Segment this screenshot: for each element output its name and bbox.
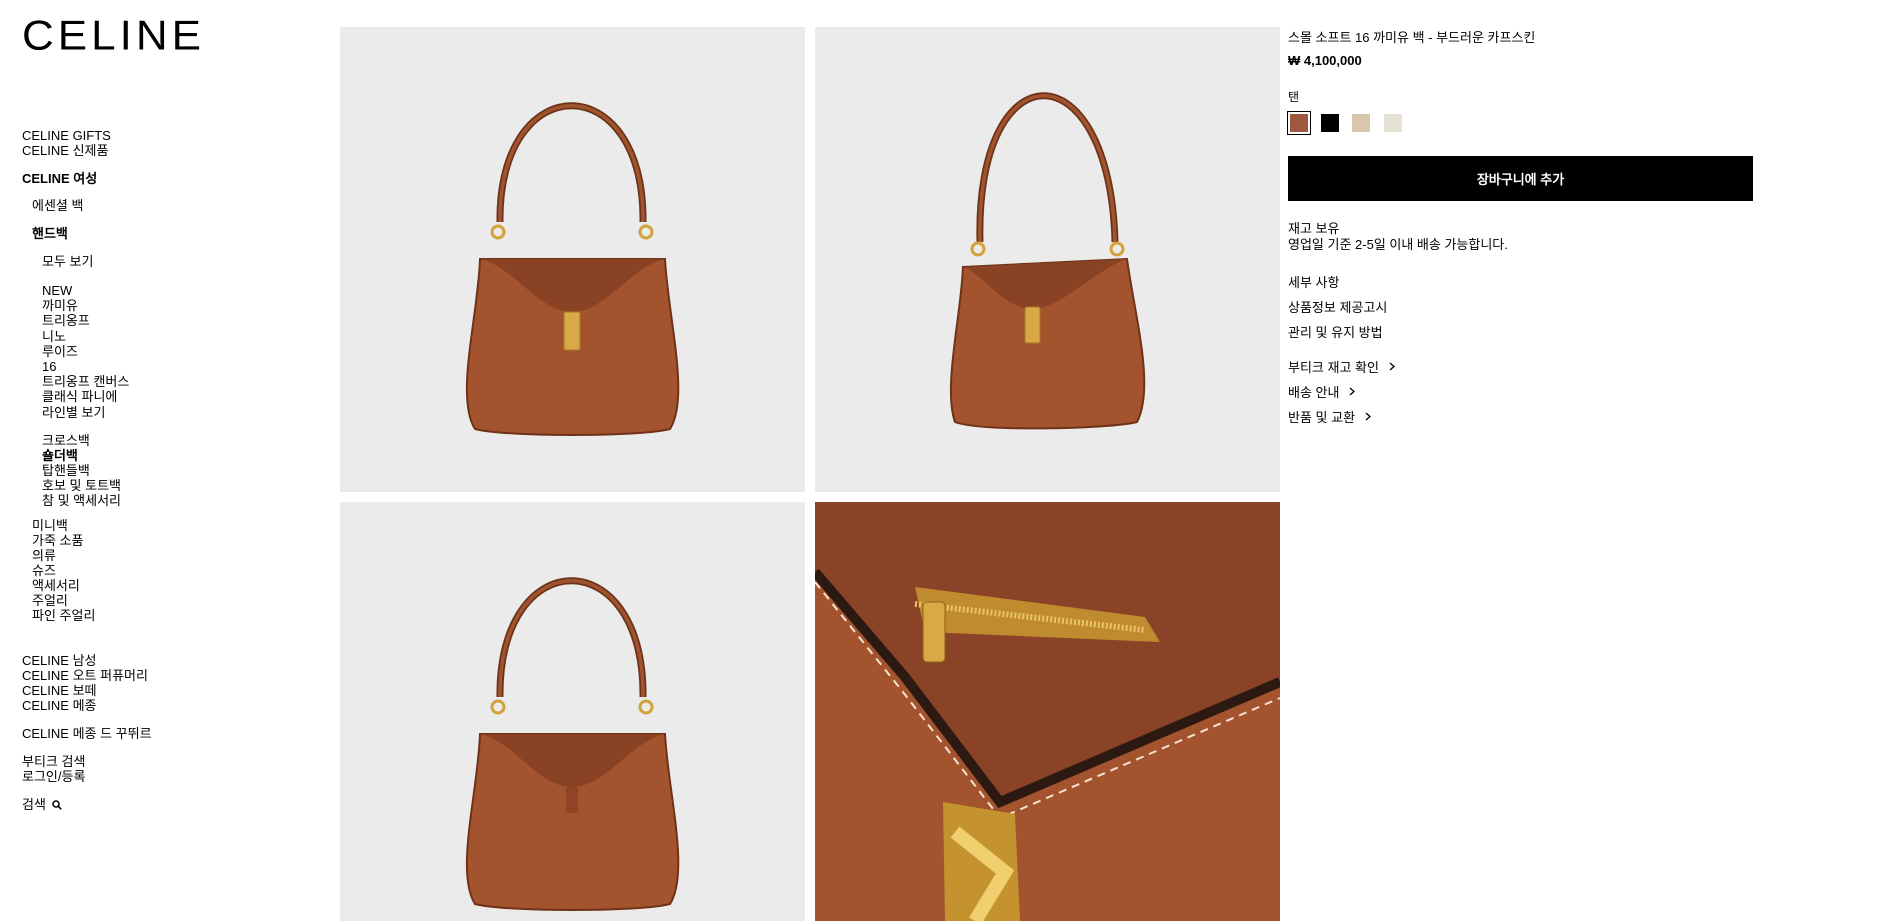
bag-back-image (465, 577, 680, 911)
nav-view-all[interactable]: 모두 보기 (42, 254, 93, 269)
boutique-stock-label: 부티크 재고 확인 (1288, 360, 1379, 375)
nav-women[interactable]: CELINE 여성 (22, 171, 97, 186)
nav-shoulder-bags[interactable]: 숄더백 (42, 448, 78, 463)
nav-essential-bags[interactable]: 에센셜 백 (32, 198, 83, 213)
nav-search-label: 검색 (22, 797, 46, 812)
shipping-label: 배송 안내 (1288, 385, 1340, 400)
nav-accessories[interactable]: 액세서리 (32, 578, 80, 593)
nav-ready-to-wear[interactable]: 의류 (32, 548, 56, 563)
swatch-black[interactable] (1321, 114, 1339, 132)
nav-handbags[interactable]: 핸드백 (32, 226, 68, 241)
delivery-note: 영업일 기준 2-5일 이내 배송 가능합니다. (1288, 237, 1508, 252)
care-link[interactable]: 관리 및 유지 방법 (1288, 322, 1383, 341)
chevron-right-icon (1349, 384, 1356, 399)
returns-link[interactable]: 반품 및 교환 (1288, 407, 1372, 426)
nav-search[interactable]: 검색 (22, 797, 62, 812)
stock-status: 재고 보유 (1288, 221, 1340, 236)
nav-crossbody[interactable]: 크로스백 (42, 433, 90, 448)
nav-line-camille[interactable]: 까미유 (42, 298, 78, 313)
product-photo-back[interactable] (340, 502, 805, 921)
nav-gifts[interactable]: CELINE GIFTS (22, 128, 111, 143)
nav-top-handle[interactable]: 탑핸들백 (42, 463, 90, 478)
boutique-stock-link[interactable]: 부티크 재고 확인 (1288, 357, 1395, 376)
nav-haute-parfumerie[interactable]: CELINE 오트 퍼퓨머리 (22, 668, 148, 683)
product-info-link[interactable]: 상품정보 제공고시 (1288, 297, 1387, 316)
nav-mini-bags[interactable]: 미니백 (32, 518, 68, 533)
selected-color-name: 탠 (1288, 90, 1300, 104)
bag-side-image (949, 92, 1146, 430)
nav-line-louise[interactable]: 루이즈 (42, 344, 78, 359)
nav-store-locator[interactable]: 부티크 검색 (22, 754, 85, 769)
nav-line-triomphe[interactable]: 트리옹프 (42, 313, 90, 328)
nav-view-by-line[interactable]: 라인별 보기 (42, 405, 105, 420)
nav-fine-jewelry[interactable]: 파인 주얼리 (32, 608, 95, 623)
nav-shoes[interactable]: 슈즈 (32, 563, 56, 578)
nav-small-leather-goods[interactable]: 가죽 소품 (32, 533, 83, 548)
nav-maison[interactable]: CELINE 메종 (22, 698, 97, 713)
bag-detail-image (815, 502, 1280, 921)
returns-label: 반품 및 교환 (1288, 410, 1356, 425)
product-photo-detail[interactable] (815, 502, 1280, 921)
product-name: 스몰 소프트 16 까미유 백 - 부드러운 카프스킨 (1288, 30, 1536, 45)
chevron-right-icon (1365, 409, 1372, 424)
product-photo-side[interactable] (815, 27, 1280, 492)
nav-charms-accessories[interactable]: 참 및 액세서리 (42, 493, 121, 508)
nav-login[interactable]: 로그인/등록 (22, 769, 85, 784)
nav-jewelry[interactable]: 주얼리 (32, 593, 68, 608)
bag-front-image (465, 102, 680, 436)
nav-line-16[interactable]: 16 (42, 359, 56, 374)
nav-new-arrivals[interactable]: CELINE 신제품 (22, 143, 108, 158)
swatch-tan[interactable] (1287, 111, 1311, 135)
nav-maison-couture[interactable]: CELINE 메종 드 꾸뛰르 (22, 726, 152, 741)
chevron-right-icon (1389, 359, 1395, 374)
details-link[interactable]: 세부 사항 (1288, 272, 1339, 291)
add-to-cart-button[interactable]: 장바구니에 추가 (1288, 156, 1753, 201)
stock-info: 재고 보유 영업일 기준 2-5일 이내 배송 가능합니다. (1288, 221, 1508, 253)
nav-line-classic-panier[interactable]: 클래식 파니에 (42, 389, 117, 404)
nav-line-triomphe-canvas[interactable]: 트리옹프 캔버스 (42, 374, 129, 389)
nav-men[interactable]: CELINE 남성 (22, 653, 97, 668)
nav-hobo-tote[interactable]: 호보 및 토트백 (42, 478, 121, 493)
swatch-beige[interactable] (1352, 114, 1370, 132)
product-price: ₩ 4,100,000 (1288, 53, 1362, 68)
product-photo-front[interactable] (340, 27, 805, 492)
nav-beaute[interactable]: CELINE 보떼 (22, 683, 97, 698)
shipping-link[interactable]: 배송 안내 (1288, 382, 1356, 401)
swatch-ivory[interactable] (1384, 114, 1402, 132)
nav-line-new[interactable]: NEW (42, 283, 72, 298)
nav-line-nino[interactable]: 니노 (42, 329, 66, 344)
celine-logo[interactable]: CELINE (22, 15, 205, 57)
search-icon (52, 799, 62, 810)
